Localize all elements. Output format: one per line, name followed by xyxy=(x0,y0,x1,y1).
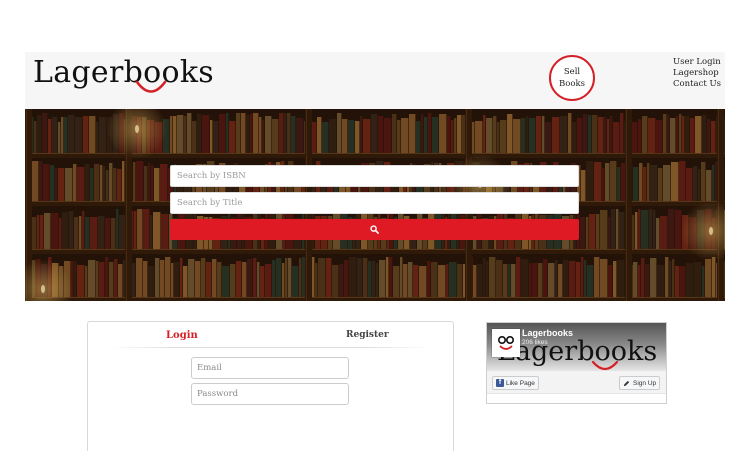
facebook-page-name[interactable]: Lagerbooks xyxy=(522,328,573,338)
lagershop-link[interactable]: Lagershop xyxy=(673,68,721,79)
tab-divider xyxy=(110,347,430,348)
contact-us-link[interactable]: Contact Us xyxy=(673,79,721,90)
sign-up-label: Sign Up xyxy=(633,379,657,387)
email-field[interactable] xyxy=(191,357,349,379)
like-page-button[interactable]: f Like Page xyxy=(492,376,539,390)
password-field[interactable] xyxy=(191,383,349,405)
facebook-likes-count: 206 likes xyxy=(522,339,548,346)
facebook-action-bar: f Like Page Sign Up xyxy=(487,371,666,403)
isbn-search-input[interactable] xyxy=(170,165,579,187)
facebook-widget-footer xyxy=(487,393,666,403)
avatar-logo-icon xyxy=(498,336,515,350)
auth-panel: Login Register xyxy=(87,321,454,451)
facebook-page-widget[interactable]: Lagerbooks Lagerbooks 206 likes f Like P… xyxy=(486,322,667,404)
top-nav: User Login Lagershop Contact Us xyxy=(673,57,721,90)
like-page-label: Like Page xyxy=(506,379,535,387)
pencil-icon xyxy=(623,380,630,386)
facebook-f-icon: f xyxy=(496,379,504,387)
tab-register[interactable]: Register xyxy=(346,330,389,340)
search-icon xyxy=(370,225,379,234)
sell-books-button[interactable]: Sell Books xyxy=(549,55,595,101)
user-login-link[interactable]: User Login xyxy=(673,57,721,68)
logo-smile-icon xyxy=(135,80,167,93)
site-logo[interactable]: Lagerbooks xyxy=(33,54,214,92)
tab-login[interactable]: Login xyxy=(166,330,198,341)
search-button[interactable] xyxy=(170,219,579,240)
sell-books-line1: Sell xyxy=(563,67,581,77)
sign-up-button[interactable]: Sign Up xyxy=(619,376,661,390)
search-form xyxy=(170,165,579,240)
sell-books-line2: Books xyxy=(559,79,585,89)
site-header: Lagerbooks Sell Books User Login Lagersh… xyxy=(25,52,725,109)
facebook-avatar[interactable] xyxy=(492,329,520,357)
title-search-input[interactable] xyxy=(170,192,579,214)
facebook-cover: Lagerbooks Lagerbooks 206 likes xyxy=(487,323,666,371)
